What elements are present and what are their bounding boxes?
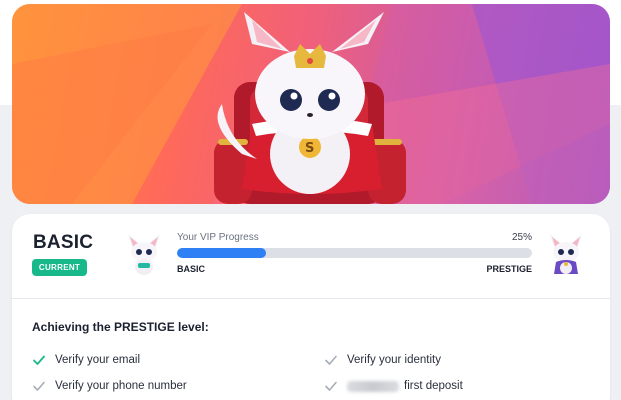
- requirement-first-deposit: first deposit: [324, 378, 463, 394]
- vip-progress-percent: 25%: [511, 232, 532, 243]
- card-divider: [12, 298, 610, 299]
- checkmark-icon: [325, 381, 337, 391]
- requirement-label: first deposit: [404, 380, 463, 392]
- vip-progress-fill: [177, 248, 266, 258]
- checkmark-icon: [325, 355, 337, 365]
- requirement-verify-phone: Verify your phone number: [32, 378, 187, 394]
- requirement-label: Verify your phone number: [55, 380, 187, 392]
- vip-progress-label: Your VIP Progress: [177, 232, 259, 243]
- checkmark-icon: [33, 355, 45, 365]
- current-level-title: BASIC: [33, 232, 94, 253]
- vip-status-card: BASIC CURRENT Your VIP Progress 25% BASI…: [12, 214, 610, 400]
- svg-text:S: S: [305, 141, 314, 156]
- redacted-text: [347, 380, 399, 392]
- current-badge: CURRENT: [32, 259, 87, 276]
- progress-start-level: BASIC: [177, 264, 206, 274]
- vip-progress-bar: [177, 248, 532, 258]
- requirement-verify-email: Verify your email: [32, 352, 140, 368]
- requirement-label: Verify your email: [55, 354, 141, 366]
- requirements-heading: Achieving the PRESTIGE level:: [32, 320, 209, 334]
- vip-hero-banner: S: [12, 4, 610, 204]
- fox-king-mascot-illustration: S: [12, 4, 610, 204]
- requirement-label: Verify your identity: [347, 354, 441, 366]
- requirement-verify-identity: Verify your identity: [324, 352, 441, 368]
- checkmark-icon: [33, 381, 45, 391]
- fox-mascot-basic-icon: [128, 234, 160, 275]
- fox-mascot-prestige-icon: [550, 234, 582, 274]
- progress-target-level: PRESTIGE: [486, 264, 532, 274]
